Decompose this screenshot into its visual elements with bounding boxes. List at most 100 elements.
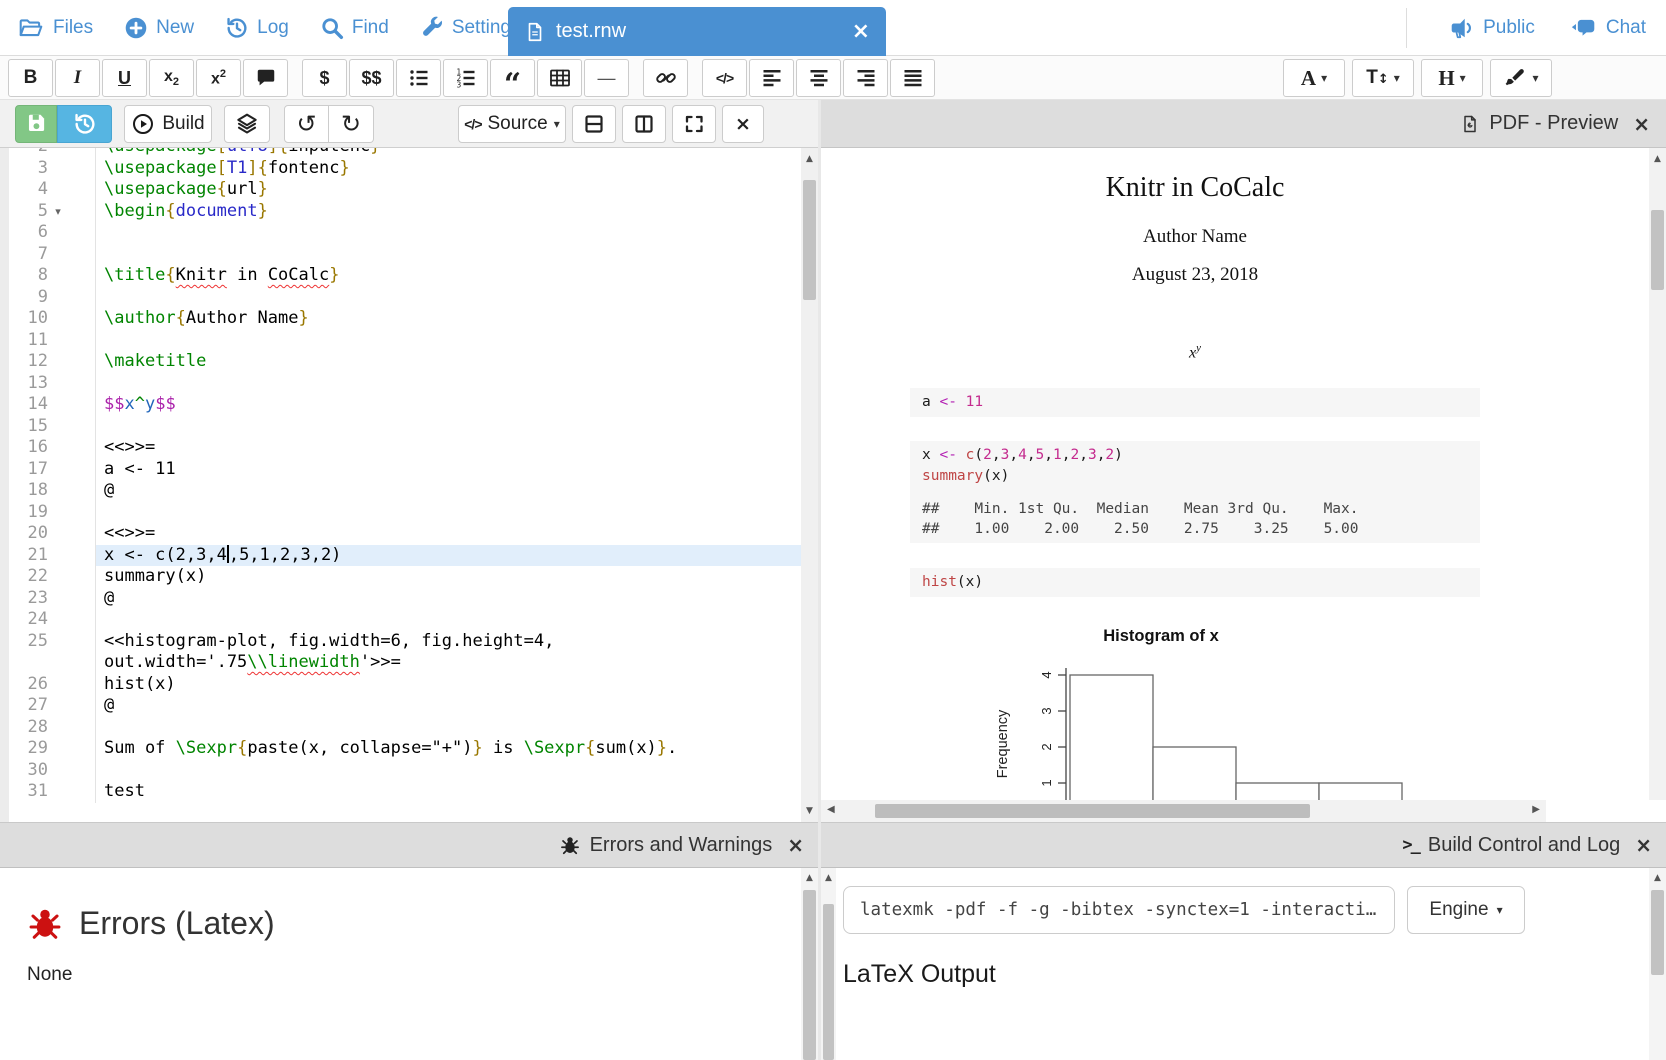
undo-button[interactable]: ↺ — [284, 105, 329, 143]
timetravel-button[interactable] — [57, 105, 112, 143]
build-button[interactable]: Build — [124, 105, 212, 143]
editor-line[interactable]: 13 — [0, 373, 801, 395]
editor-line[interactable]: 16<<>>= — [0, 437, 801, 459]
editor-line[interactable]: 18@ — [0, 480, 801, 502]
align-center-button[interactable] — [796, 59, 841, 97]
pdf-vertical-scrollbar[interactable]: ▲ — [1649, 148, 1666, 800]
bold-button[interactable]: B — [8, 59, 53, 97]
format-layers-button[interactable] — [224, 105, 270, 143]
scroll-down-icon[interactable]: ▼ — [801, 806, 818, 816]
scroll-up-icon[interactable]: ▲ — [801, 154, 818, 164]
source-mode-dropdown[interactable]: </> Source ▾ — [458, 105, 566, 143]
code-button[interactable]: </> — [702, 59, 747, 97]
dollar-double-button[interactable]: $$ — [349, 59, 394, 97]
editor-line[interactable]: 22summary(x) — [0, 566, 801, 588]
nav-log[interactable]: Log — [224, 15, 289, 41]
font-family-dropdown[interactable]: A▾ — [1283, 59, 1345, 97]
pdf-scrollbar-thumb[interactable] — [1651, 210, 1664, 290]
scroll-up-icon[interactable]: ▲ — [801, 873, 818, 883]
align-justify-button[interactable] — [890, 59, 935, 97]
tab-close-icon[interactable]: × — [852, 19, 870, 44]
font-size-dropdown[interactable]: T↕▾ — [1352, 59, 1414, 97]
scroll-left-icon[interactable]: ◀ — [827, 804, 835, 815]
comment-button[interactable] — [243, 59, 288, 97]
editor-line[interactable]: 24 — [0, 609, 801, 631]
list-ol-button[interactable]: 123 — [443, 59, 488, 97]
pdf-hscrollbar-thumb[interactable] — [875, 804, 1310, 818]
link-button[interactable] — [643, 59, 688, 97]
save-button[interactable] — [15, 105, 57, 143]
editor-line[interactable]: 31test — [0, 781, 801, 803]
editor-line[interactable]: 19 — [0, 502, 801, 524]
editor-line[interactable]: out.width='.75\\linewidth'>>= — [0, 652, 801, 674]
editor-scrollbar-thumb[interactable] — [803, 180, 816, 300]
nav-find[interactable]: Find — [319, 15, 389, 41]
tab-test-rnw[interactable]: test.rnw × — [508, 7, 886, 56]
editor-line[interactable]: 30 — [0, 760, 801, 782]
hr-button[interactable]: — — [584, 59, 629, 97]
engine-dropdown[interactable]: Engine ▾ — [1407, 886, 1525, 934]
editor-scrollbar[interactable]: ▲ ▼ — [801, 148, 818, 822]
nav-chat[interactable]: Chat — [1569, 15, 1646, 41]
close-editor-button[interactable]: × — [722, 105, 764, 143]
editor-line[interactable]: 4\usepackage{url} — [0, 179, 801, 201]
editor-line[interactable]: 23@ — [0, 588, 801, 610]
split-horizontal-button[interactable] — [572, 105, 616, 143]
fold-arrow-icon[interactable]: ▾ — [48, 201, 68, 223]
editor-line[interactable]: 28 — [0, 717, 801, 739]
build-left-scrollbar[interactable]: ▲ — [821, 868, 836, 1060]
fullscreen-button[interactable] — [672, 105, 716, 143]
editor-line[interactable]: 6 — [0, 222, 801, 244]
editor-line[interactable]: 10\author{Author Name} — [0, 308, 801, 330]
dollar-button[interactable]: $ — [302, 59, 347, 97]
build-left-scrollbar-thumb[interactable] — [823, 904, 834, 1060]
editor-line[interactable]: 12\maketitle — [0, 351, 801, 373]
editor-line[interactable]: 20<<>>= — [0, 523, 801, 545]
quote-button[interactable]: “ — [490, 59, 535, 97]
errors-scrollbar[interactable]: ▲ — [801, 868, 818, 1060]
color-brush-dropdown[interactable]: ▾ — [1490, 59, 1552, 97]
nav-files[interactable]: Files — [16, 15, 93, 41]
build-command-input[interactable]: latexmk -pdf -f -g -bibtex -synctex=1 -i… — [843, 886, 1395, 934]
editor-line[interactable]: 2\usepackage[utf8]{inputenc} — [0, 148, 801, 158]
nav-settings[interactable]: Settings — [419, 15, 521, 41]
superscript-button[interactable]: x2 — [196, 59, 241, 97]
build-right-scrollbar[interactable]: ▲ — [1649, 868, 1666, 1060]
editor-line[interactable]: 14$$x^y$$ — [0, 394, 801, 416]
underline-button[interactable]: U — [102, 59, 147, 97]
pdf-horizontal-scrollbar[interactable]: ◀ ▶ — [821, 800, 1546, 822]
editor-line[interactable]: 9 — [0, 287, 801, 309]
pdf-preview-pane[interactable]: Knitr in CoCalc Author Name August 23, 2… — [821, 148, 1666, 822]
split-vertical-button[interactable] — [622, 105, 666, 143]
editor-line[interactable]: 26hist(x) — [0, 674, 801, 696]
editor-line[interactable]: 11 — [0, 330, 801, 352]
errors-close-icon[interactable]: × — [787, 833, 804, 857]
redo-button[interactable]: ↻ — [329, 105, 374, 143]
scroll-up-icon[interactable]: ▲ — [821, 873, 836, 883]
editor-line[interactable]: 17a <- 11 — [0, 459, 801, 481]
source-editor[interactable]: 2\usepackage[utf8]{inputenc}3\usepackage… — [0, 148, 818, 822]
table-button[interactable] — [537, 59, 582, 97]
heading-dropdown[interactable]: H▾ — [1421, 59, 1483, 97]
scroll-up-icon[interactable]: ▲ — [1649, 154, 1666, 164]
build-right-scrollbar-thumb[interactable] — [1651, 890, 1664, 975]
subscript-button[interactable]: x2 — [149, 59, 194, 97]
nav-new[interactable]: New — [123, 15, 194, 41]
errors-scrollbar-thumb[interactable] — [803, 890, 816, 1060]
pdf-close-icon[interactable]: × — [1633, 112, 1650, 136]
align-left-button[interactable] — [749, 59, 794, 97]
scroll-right-icon[interactable]: ▶ — [1532, 804, 1540, 815]
editor-line[interactable]: 21x <- c(2,3,4,5,1,2,3,2) — [0, 545, 801, 567]
scroll-up-icon[interactable]: ▲ — [1649, 873, 1666, 883]
editor-line[interactable]: 25<<histogram-plot, fig.width=6, fig.hei… — [0, 631, 801, 653]
align-right-button[interactable] — [843, 59, 888, 97]
nav-public[interactable]: Public — [1448, 15, 1535, 41]
italic-button[interactable]: I — [55, 59, 100, 97]
list-ul-button[interactable] — [396, 59, 441, 97]
editor-line[interactable]: 29Sum of \Sexpr{paste(x, collapse="+")} … — [0, 738, 801, 760]
editor-line[interactable]: 3\usepackage[T1]{fontenc} — [0, 158, 801, 180]
editor-line[interactable]: 8\title{Knitr in CoCalc} — [0, 265, 801, 287]
editor-line[interactable]: 7 — [0, 244, 801, 266]
editor-line[interactable]: 5▾\begin{document} — [0, 201, 801, 223]
editor-line[interactable]: 15 — [0, 416, 801, 438]
